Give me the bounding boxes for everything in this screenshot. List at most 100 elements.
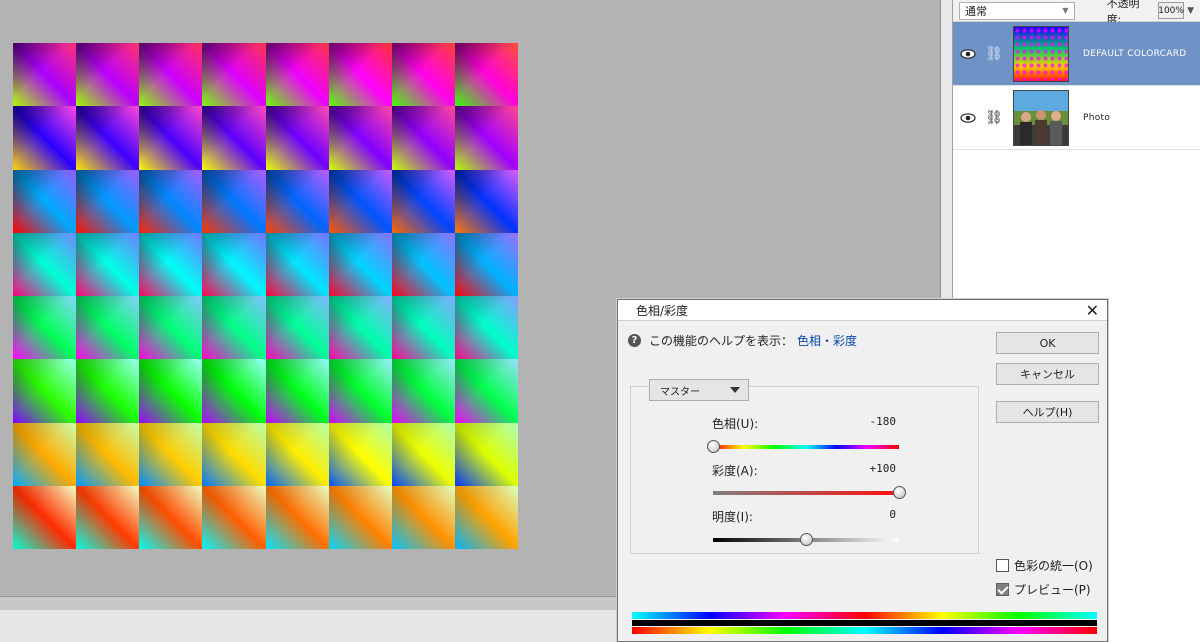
color-tile xyxy=(454,422,518,486)
chevron-down-icon: ▼ xyxy=(1062,6,1069,15)
color-tile xyxy=(202,422,266,486)
color-tile xyxy=(328,485,392,549)
cancel-button[interactable]: キャンセル xyxy=(996,363,1099,385)
color-tile xyxy=(265,296,329,360)
eye-icon[interactable] xyxy=(953,48,983,59)
saturation-value: +100 xyxy=(869,462,897,475)
hue-ramp-top xyxy=(632,612,1097,619)
saturation-slider-thumb[interactable] xyxy=(892,486,906,499)
color-tile xyxy=(265,43,329,107)
help-button[interactable]: ヘルプ(H) xyxy=(996,401,1099,423)
layer-row-photo[interactable]: ⛓ Photo xyxy=(953,86,1200,150)
color-tile xyxy=(139,232,203,296)
color-tile xyxy=(328,359,392,423)
adjustment-group: マスター 色相(U): -180 彩度(A): +100 明度(I): 0 xyxy=(630,379,979,554)
color-tile xyxy=(454,296,518,360)
hue-slider-track[interactable] xyxy=(713,445,899,449)
color-tile xyxy=(202,43,266,107)
lightness-slider-thumb[interactable] xyxy=(799,533,813,546)
color-tile xyxy=(13,232,77,296)
color-tile xyxy=(76,106,140,170)
color-tile xyxy=(13,296,77,360)
color-tile xyxy=(139,106,203,170)
color-tile xyxy=(391,359,455,423)
color-tile xyxy=(202,232,266,296)
color-tile xyxy=(139,43,203,107)
color-tile xyxy=(139,422,203,486)
color-card-image xyxy=(13,43,518,549)
color-tile xyxy=(76,485,140,549)
color-tile xyxy=(139,169,203,233)
layer-name: DEFAULT COLORCARD xyxy=(1083,48,1187,59)
color-tile xyxy=(391,232,455,296)
color-tile xyxy=(202,359,266,423)
chevron-down-icon xyxy=(730,387,740,393)
opacity-dropdown-arrow-icon[interactable]: ▼ xyxy=(1187,6,1194,16)
color-tile xyxy=(265,106,329,170)
color-tile xyxy=(76,43,140,107)
color-tile xyxy=(76,296,140,360)
saturation-label: 彩度(A): xyxy=(712,464,758,478)
hue-saturation-dialog: 色相/彩度 ✕ ? この機能のヘルプを表示： 色相・彩度 OK キャンセル ヘル… xyxy=(617,299,1108,642)
eye-icon[interactable] xyxy=(953,112,983,123)
color-tile xyxy=(328,296,392,360)
color-tile xyxy=(13,169,77,233)
colorize-option[interactable]: 色彩の統一(O) xyxy=(996,557,1093,574)
opacity-input[interactable]: 100% xyxy=(1158,2,1185,19)
hue-value: -180 xyxy=(869,415,897,428)
color-tile xyxy=(202,106,266,170)
layer-name: Photo xyxy=(1083,112,1111,123)
color-tile xyxy=(76,232,140,296)
colorcard-thumbnail xyxy=(1013,25,1069,82)
color-tile xyxy=(139,359,203,423)
question-icon: ? xyxy=(628,334,641,347)
color-tile xyxy=(13,485,77,549)
color-tile xyxy=(454,359,518,423)
color-tile xyxy=(391,43,455,107)
layer-row-colorcard[interactable]: ⛓ DEFAULT COLORCARD xyxy=(953,22,1200,86)
color-tile xyxy=(13,422,77,486)
color-tile xyxy=(13,106,77,170)
color-tile xyxy=(13,43,77,107)
dialog-title-bar[interactable]: 色相/彩度 ✕ xyxy=(618,300,1107,321)
color-tile xyxy=(76,169,140,233)
help-text: この機能のヘルプを表示： xyxy=(649,334,794,348)
channel-select[interactable]: マスター xyxy=(649,379,749,401)
color-tile xyxy=(328,106,392,170)
color-tile xyxy=(328,422,392,486)
color-tile xyxy=(265,485,329,549)
color-tile xyxy=(265,232,329,296)
preview-label: プレビュー(P) xyxy=(1014,583,1091,597)
color-tile xyxy=(454,169,518,233)
preview-checkbox[interactable] xyxy=(996,583,1009,596)
help-link[interactable]: 色相・彩度 xyxy=(797,332,857,349)
color-tile xyxy=(76,359,140,423)
color-tile xyxy=(454,232,518,296)
channel-value: マスター xyxy=(660,386,700,398)
blend-mode-value: 通常 xyxy=(965,4,987,18)
hue-ramp-bottom xyxy=(632,627,1097,634)
lightness-label: 明度(I): xyxy=(712,510,753,524)
blend-mode-select[interactable]: 通常 ▼ xyxy=(959,1,1075,20)
link-icon[interactable]: ⛓ xyxy=(983,110,1005,126)
color-tile xyxy=(391,422,455,486)
color-tile xyxy=(328,169,392,233)
layers-toolbar: 通常 ▼ 不透明度: 100% ▼ xyxy=(953,0,1200,26)
color-tile xyxy=(265,359,329,423)
lightness-value: 0 xyxy=(889,508,896,521)
color-tile xyxy=(265,422,329,486)
saturation-slider-track[interactable] xyxy=(713,491,899,495)
link-icon[interactable]: ⛓ xyxy=(983,46,1005,62)
color-tile xyxy=(454,43,518,107)
ok-button[interactable]: OK xyxy=(996,332,1099,354)
colorize-checkbox[interactable] xyxy=(996,559,1009,572)
color-tile xyxy=(391,485,455,549)
dialog-title: 色相/彩度 xyxy=(636,303,689,318)
color-tile xyxy=(454,485,518,549)
color-tile xyxy=(202,169,266,233)
preview-option[interactable]: プレビュー(P) xyxy=(996,581,1091,598)
color-tile xyxy=(391,106,455,170)
hue-slider-thumb[interactable] xyxy=(706,440,720,453)
close-icon[interactable]: ✕ xyxy=(1086,301,1099,320)
color-tile xyxy=(202,485,266,549)
